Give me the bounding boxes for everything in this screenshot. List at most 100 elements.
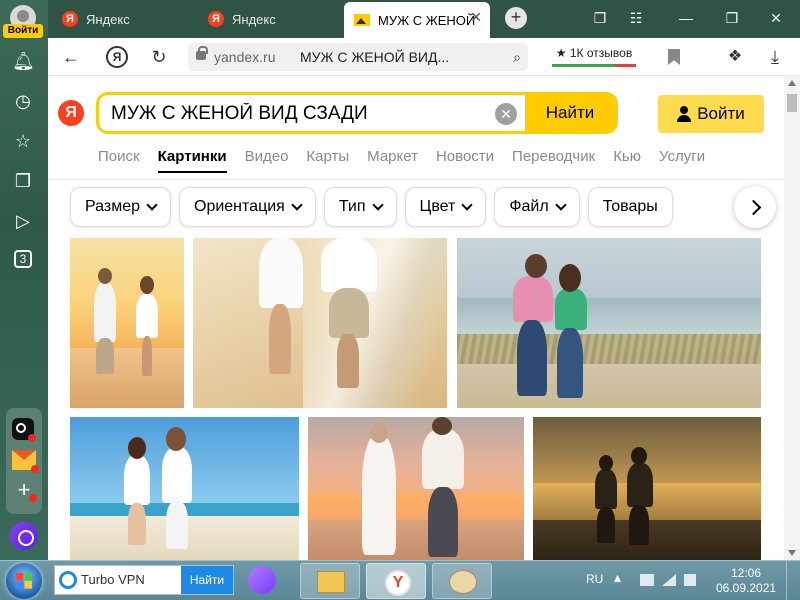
folder-icon (317, 571, 345, 593)
vpn-search-widget[interactable]: Turbo VPN Найти (54, 565, 234, 595)
clock-time: 12:06 (730, 566, 762, 580)
filter-color[interactable]: Цвет (404, 187, 487, 227)
filter-label: Тип (338, 198, 366, 215)
taskbar-explorer[interactable] (300, 563, 360, 599)
downloads-panel-icon[interactable]: ❖ (724, 46, 746, 68)
image-result-3[interactable] (457, 238, 761, 408)
minimize-icon[interactable]: — (676, 8, 696, 28)
page-scrollbar[interactable] (784, 76, 800, 560)
close-tab-icon[interactable]: ✕ (470, 9, 482, 26)
back-arrow-icon[interactable]: ← (60, 46, 82, 68)
taskbar-paint[interactable] (432, 563, 492, 599)
history-icon[interactable]: ◷ (12, 90, 34, 112)
tab-title: МУЖ С ЖЕНОЙ (378, 12, 476, 28)
filter-file[interactable]: Файл (494, 187, 580, 227)
image-result-5[interactable] (308, 417, 524, 560)
search-key-icon[interactable]: ⌕ (506, 46, 528, 68)
mail-icon[interactable] (12, 450, 39, 473)
image-result-4[interactable] (70, 417, 299, 560)
tabs-menu-icon[interactable]: ❐ (590, 8, 610, 28)
download-icon[interactable]: ⤓ (764, 46, 786, 68)
windows-logo-icon (16, 573, 32, 589)
filter-products[interactable]: Товары (587, 187, 673, 227)
tray-expand-icon[interactable]: ▴ (614, 569, 621, 586)
yandex-browser-icon: Y (385, 570, 411, 596)
counter-icon[interactable]: 3 (14, 250, 32, 268)
security-tray-icon[interactable] (640, 574, 654, 586)
image-result-2[interactable] (193, 238, 447, 408)
filter-label: Товары (602, 198, 658, 215)
service-market[interactable]: Маркет (367, 148, 418, 173)
close-window-icon[interactable]: ✕ (766, 8, 786, 28)
service-video[interactable]: Видео (245, 148, 289, 173)
chevron-down-icon (371, 199, 384, 211)
filters-next-button[interactable] (734, 186, 776, 228)
reload-icon[interactable]: ↻ (148, 46, 170, 68)
restore-icon[interactable]: ❐ (722, 8, 742, 28)
service-uslugi[interactable]: Услуги (659, 148, 705, 173)
alice-assistant-icon[interactable] (10, 522, 38, 550)
tab-active-images[interactable]: МУЖ С ЖЕНОЙ ✕ (344, 2, 490, 38)
chevron-down-icon (146, 199, 158, 211)
image-result-1[interactable] (70, 238, 184, 408)
start-button[interactable] (6, 563, 42, 599)
image-result-6[interactable] (533, 417, 761, 560)
scroll-down-icon[interactable] (788, 550, 796, 556)
collections-icon[interactable]: ❐ (12, 170, 34, 192)
find-button[interactable]: Найти (525, 95, 615, 131)
show-desktop-button[interactable] (786, 561, 800, 600)
filter-label: Цвет (419, 198, 456, 215)
tab-strip: Я Яндекс Я Яндекс МУЖ С ЖЕНОЙ ✕ + ❐ ☷ — … (48, 0, 800, 38)
scroll-up-icon[interactable] (788, 80, 796, 86)
url-domain: yandex.ru (214, 49, 276, 65)
service-maps[interactable]: Карты (306, 148, 349, 173)
clear-search-icon[interactable]: ✕ (495, 103, 517, 125)
service-images[interactable]: Картинки (157, 148, 227, 173)
taskbar-yandex-browser[interactable]: Y (366, 563, 426, 599)
camera-app-icon[interactable] (12, 418, 36, 442)
vpn-find-button[interactable]: Найти (181, 566, 233, 594)
service-translate[interactable]: Переводчик (512, 148, 595, 173)
yandex-logo[interactable]: Я (58, 100, 84, 126)
alice-taskbar-icon[interactable] (248, 566, 276, 594)
ie-icon (59, 571, 77, 589)
sidebar-login-button[interactable]: Войти (3, 24, 43, 38)
bookmark-icon[interactable] (668, 49, 680, 65)
filter-label: Файл (509, 198, 549, 215)
system-clock[interactable]: 12:06 06.09.2021 (716, 566, 776, 596)
browser-sidebar: Войти 🔔︎ ◷ ☆ ❐ ▷ 3 + (0, 0, 48, 560)
search-input[interactable] (111, 101, 491, 127)
volume-icon[interactable] (684, 574, 696, 586)
user-icon (677, 106, 692, 122)
filter-type[interactable]: Тип (323, 187, 397, 227)
filter-bar: Размер Ориентация Тип Цвет Файл Товары (70, 187, 673, 227)
add-app-icon[interactable]: + (14, 479, 37, 502)
filter-size[interactable]: Размер (70, 187, 171, 227)
paint-icon (449, 570, 477, 594)
play-icon[interactable]: ▷ (12, 210, 34, 232)
yandex-home-icon[interactable]: Я (106, 46, 128, 68)
new-tab-button[interactable]: + (505, 7, 527, 29)
filter-orientation[interactable]: Ориентация (179, 187, 316, 227)
star-icon[interactable]: ☆ (12, 130, 34, 152)
filter-label: Ориентация (194, 198, 285, 215)
notifications-icon[interactable]: ☷ (626, 8, 646, 28)
login-button[interactable]: Войти (658, 95, 764, 133)
reviews-badge[interactable]: ★ 1К отзывов (552, 43, 636, 65)
windows-taskbar: Turbo VPN Найти Y RU ▴ 12:06 06.09.2021 (0, 560, 800, 600)
tab-yandex-1[interactable]: Я Яндекс (52, 4, 192, 34)
chevron-down-icon (555, 199, 567, 211)
network-icon[interactable] (662, 574, 676, 586)
service-news[interactable]: Новости (436, 148, 494, 173)
bell-icon[interactable]: 🔔︎ (12, 50, 35, 72)
scroll-thumb[interactable] (787, 94, 797, 112)
clock-date: 06.09.2021 (716, 581, 777, 595)
sidebar-apps-panel: + (6, 408, 42, 514)
image-favicon-icon (354, 14, 370, 26)
filter-label: Размер (85, 198, 140, 215)
address-field[interactable]: yandex.ru МУЖ С ЖЕНОЙ ВИД... (188, 43, 528, 71)
service-search[interactable]: Поиск (98, 148, 140, 173)
service-q[interactable]: Кью (613, 148, 641, 173)
tab-yandex-2[interactable]: Я Яндекс (198, 4, 338, 34)
language-indicator[interactable]: RU (586, 572, 603, 586)
